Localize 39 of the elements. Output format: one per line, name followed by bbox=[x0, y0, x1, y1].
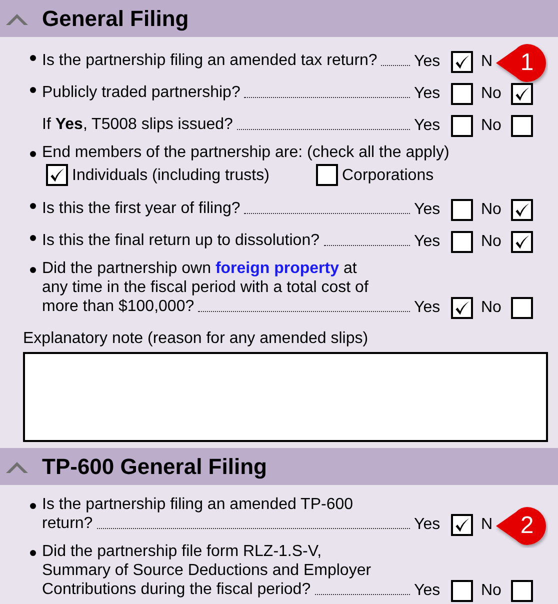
question-text: Is this the first year of filing? bbox=[42, 199, 240, 218]
no-label: No bbox=[481, 582, 502, 600]
question-text: Is this the final return up to dissolution? bbox=[42, 231, 320, 250]
yes-label: Yes bbox=[414, 117, 442, 135]
question-text: return? bbox=[42, 514, 93, 533]
yes-label: Yes bbox=[414, 233, 442, 251]
question-text: more than $100,000? bbox=[42, 297, 194, 316]
yes-label: Yes bbox=[414, 516, 442, 534]
section-title: TP-600 General Filing bbox=[42, 454, 267, 480]
no-label: No bbox=[481, 299, 502, 317]
question-text: End members of the partnership are: (check all the apply) bbox=[42, 144, 450, 161]
no-label: N bbox=[481, 53, 494, 71]
question-text: If Yes, T5008 slips issued? bbox=[42, 115, 233, 134]
callout-badge: 2 bbox=[494, 506, 548, 548]
question-text: Is the partnership filing an amended tax return? bbox=[42, 51, 378, 70]
question-text: Publicly traded partnership? bbox=[42, 83, 240, 102]
no-label: No bbox=[481, 233, 502, 251]
field-label: Explanatory note (reason for any amended slips) bbox=[23, 329, 370, 348]
yes-label: Yes bbox=[414, 201, 442, 219]
foreign-property-link[interactable]: foreign property bbox=[215, 260, 339, 277]
question-text: at bbox=[342, 260, 357, 277]
question-text: Is the partnership filing an amended TP-600 bbox=[42, 496, 354, 513]
section-title: General Filing bbox=[42, 6, 189, 32]
question-text: Did the partnership own bbox=[42, 260, 212, 277]
yes-label: Yes bbox=[414, 53, 442, 71]
option-label: Corporations bbox=[342, 166, 434, 184]
callout-badge: 1 bbox=[494, 43, 548, 85]
yes-label: Yes bbox=[414, 85, 442, 103]
no-label: No bbox=[481, 117, 502, 135]
question-text: Did the partnership file form RLZ-1.S-V, bbox=[42, 543, 322, 560]
no-label: N bbox=[481, 516, 494, 534]
no-label: No bbox=[481, 201, 502, 219]
question-text: Contributions during the fiscal period? bbox=[42, 580, 311, 599]
question-text: Summary of Source Deductions and Employer bbox=[42, 562, 372, 579]
yes-label: Yes bbox=[414, 582, 442, 600]
option-label: Individuals (including trusts) bbox=[72, 166, 270, 184]
yes-label: Yes bbox=[414, 299, 442, 317]
question-text: any time in the fiscal period with a total cost of bbox=[42, 279, 368, 296]
no-label: No bbox=[481, 85, 502, 103]
